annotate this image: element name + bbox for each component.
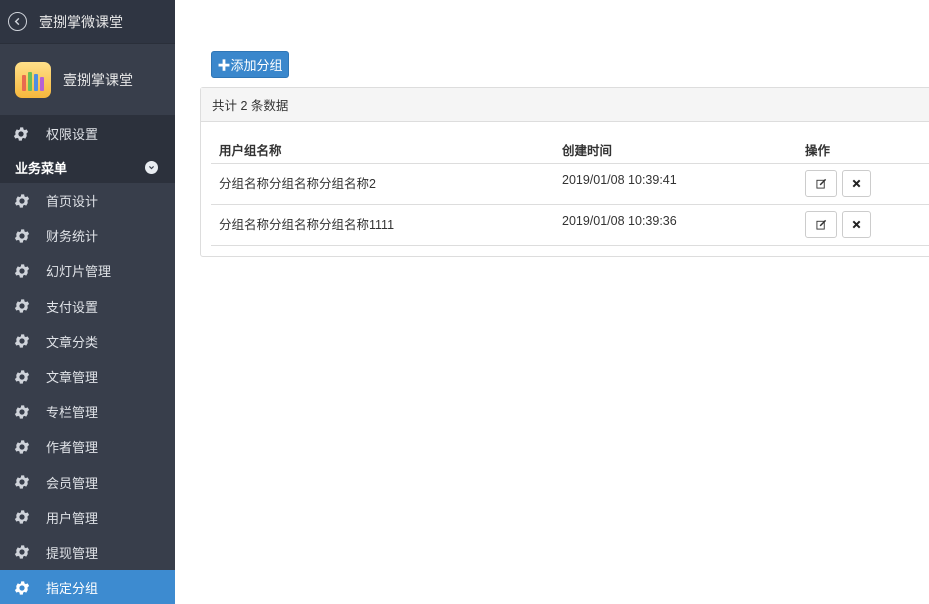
sidebar-item-withdrawal-management[interactable]: 提现管理 xyxy=(0,535,175,570)
sidebar-item-label: 文章分类 xyxy=(46,334,99,350)
brand: 壹捌掌课堂 xyxy=(0,44,175,115)
sidebar-item-label: 幻灯片管理 xyxy=(46,264,112,280)
sidebar-item-label: 用户管理 xyxy=(46,510,99,526)
sidebar-item-label: 作者管理 xyxy=(46,440,99,456)
gear-icon xyxy=(14,510,30,524)
sidebar-item-user-management[interactable]: 用户管理 xyxy=(0,500,175,535)
app-title: 壹捌掌微课堂 xyxy=(39,13,123,30)
table-header: 用户组名称 创建时间 操作 xyxy=(211,135,929,164)
column-header-actions: 操作 xyxy=(805,143,831,158)
column-header-created: 创建时间 xyxy=(562,143,613,158)
sidebar-item-column-management[interactable]: 专栏管理 xyxy=(0,394,175,429)
sidebar-item-article-categories[interactable]: 文章分类 xyxy=(0,324,175,359)
groups-panel: 共计 2 条数据 用户组名称 创建时间 操作 分组名称分组名称分组名称2 201… xyxy=(200,87,929,257)
gear-icon xyxy=(14,475,30,489)
edit-icon xyxy=(815,219,826,230)
sidebar-item-label: 会员管理 xyxy=(46,475,99,491)
menu-group-header[interactable]: 业务菜单 xyxy=(0,152,175,183)
sidebar-item-label: 指定分组 xyxy=(46,581,99,597)
sidebar-item-permissions[interactable]: 权限设置 xyxy=(0,115,175,152)
gear-icon xyxy=(14,369,30,384)
actions-cell xyxy=(797,211,929,238)
brand-name: 壹捌掌课堂 xyxy=(63,71,133,88)
gear-icon xyxy=(14,545,30,560)
back-arrow-icon[interactable] xyxy=(8,12,27,31)
column-header-name: 用户组名称 xyxy=(219,143,282,158)
created-time-cell: 2019/01/08 10:39:36 xyxy=(562,214,677,228)
gear-icon xyxy=(13,126,29,141)
group-name-cell: 分组名称分组名称分组名称2 xyxy=(219,177,376,191)
sidebar-item-payment-settings[interactable]: 支付设置 xyxy=(0,289,175,324)
chevron-down-icon[interactable] xyxy=(145,161,158,174)
sidebar-item-label: 提现管理 xyxy=(46,545,99,561)
sidebar-item-label: 专栏管理 xyxy=(46,405,99,421)
edit-button[interactable] xyxy=(805,211,837,238)
main-content: ✚添加分组 共计 2 条数据 用户组名称 创建时间 操作 分组名称分组名称分组名… xyxy=(175,0,929,604)
sidebar-item-label: 首页设计 xyxy=(46,194,99,210)
created-time-cell: 2019/01/08 10:39:41 xyxy=(562,173,677,187)
gear-icon xyxy=(14,581,30,595)
sidebar-item-label: 支付设置 xyxy=(46,299,99,315)
groups-table: 用户组名称 创建时间 操作 分组名称分组名称分组名称2 2019/01/08 1… xyxy=(211,135,929,246)
gear-icon xyxy=(14,229,30,243)
close-icon xyxy=(852,220,861,229)
delete-button[interactable] xyxy=(842,170,871,197)
gear-icon xyxy=(14,193,30,208)
gear-icon xyxy=(14,440,30,454)
edit-button[interactable] xyxy=(805,170,837,197)
table-row: 分组名称分组名称分组名称2 2019/01/08 10:39:41 xyxy=(211,164,929,205)
add-group-button-label: ✚添加分组 xyxy=(217,58,283,73)
sidebar-item-member-management[interactable]: 会员管理 xyxy=(0,465,175,500)
edit-icon xyxy=(815,178,826,189)
sidebar-item-label: 文章管理 xyxy=(46,370,99,386)
actions-cell xyxy=(797,170,929,197)
sidebar-item-slides[interactable]: 幻灯片管理 xyxy=(0,253,175,288)
panel-heading: 共计 2 条数据 xyxy=(201,88,929,122)
sidebar-item-author-management[interactable]: 作者管理 xyxy=(0,429,175,464)
sidebar-item-label: 财务统计 xyxy=(46,229,99,245)
gear-icon xyxy=(14,299,30,313)
group-name-cell: 分组名称分组名称分组名称1111 xyxy=(219,218,395,232)
gear-icon xyxy=(14,334,30,348)
menu-group-title: 业务菜单 xyxy=(15,161,68,176)
sidebar-top-bar: 壹捌掌微课堂 xyxy=(0,0,175,44)
table-row: 分组名称分组名称分组名称1111 2019/01/08 10:39:36 xyxy=(211,205,929,246)
sidebar-item-label: 权限设置 xyxy=(46,127,99,142)
sidebar: 壹捌掌微课堂 壹捌掌课堂 权限设置 业务菜单 首页设计 财务统计 幻灯片管理 支… xyxy=(0,0,175,604)
gear-icon xyxy=(14,405,30,419)
sidebar-item-assigned-groups[interactable]: 指定分组 xyxy=(0,570,175,604)
business-menu-list: 首页设计 财务统计 幻灯片管理 支付设置 文章分类 文章管理 专栏管理 作者管理… xyxy=(0,183,175,604)
delete-button[interactable] xyxy=(842,211,871,238)
sidebar-item-finance-stats[interactable]: 财务统计 xyxy=(0,218,175,253)
add-group-button[interactable]: ✚添加分组 xyxy=(211,51,289,78)
sidebar-item-article-management[interactable]: 文章管理 xyxy=(0,359,175,394)
app-logo xyxy=(15,61,51,98)
gear-icon xyxy=(14,264,30,278)
sidebar-item-home-design[interactable]: 首页设计 xyxy=(0,183,175,218)
close-icon xyxy=(852,179,861,188)
